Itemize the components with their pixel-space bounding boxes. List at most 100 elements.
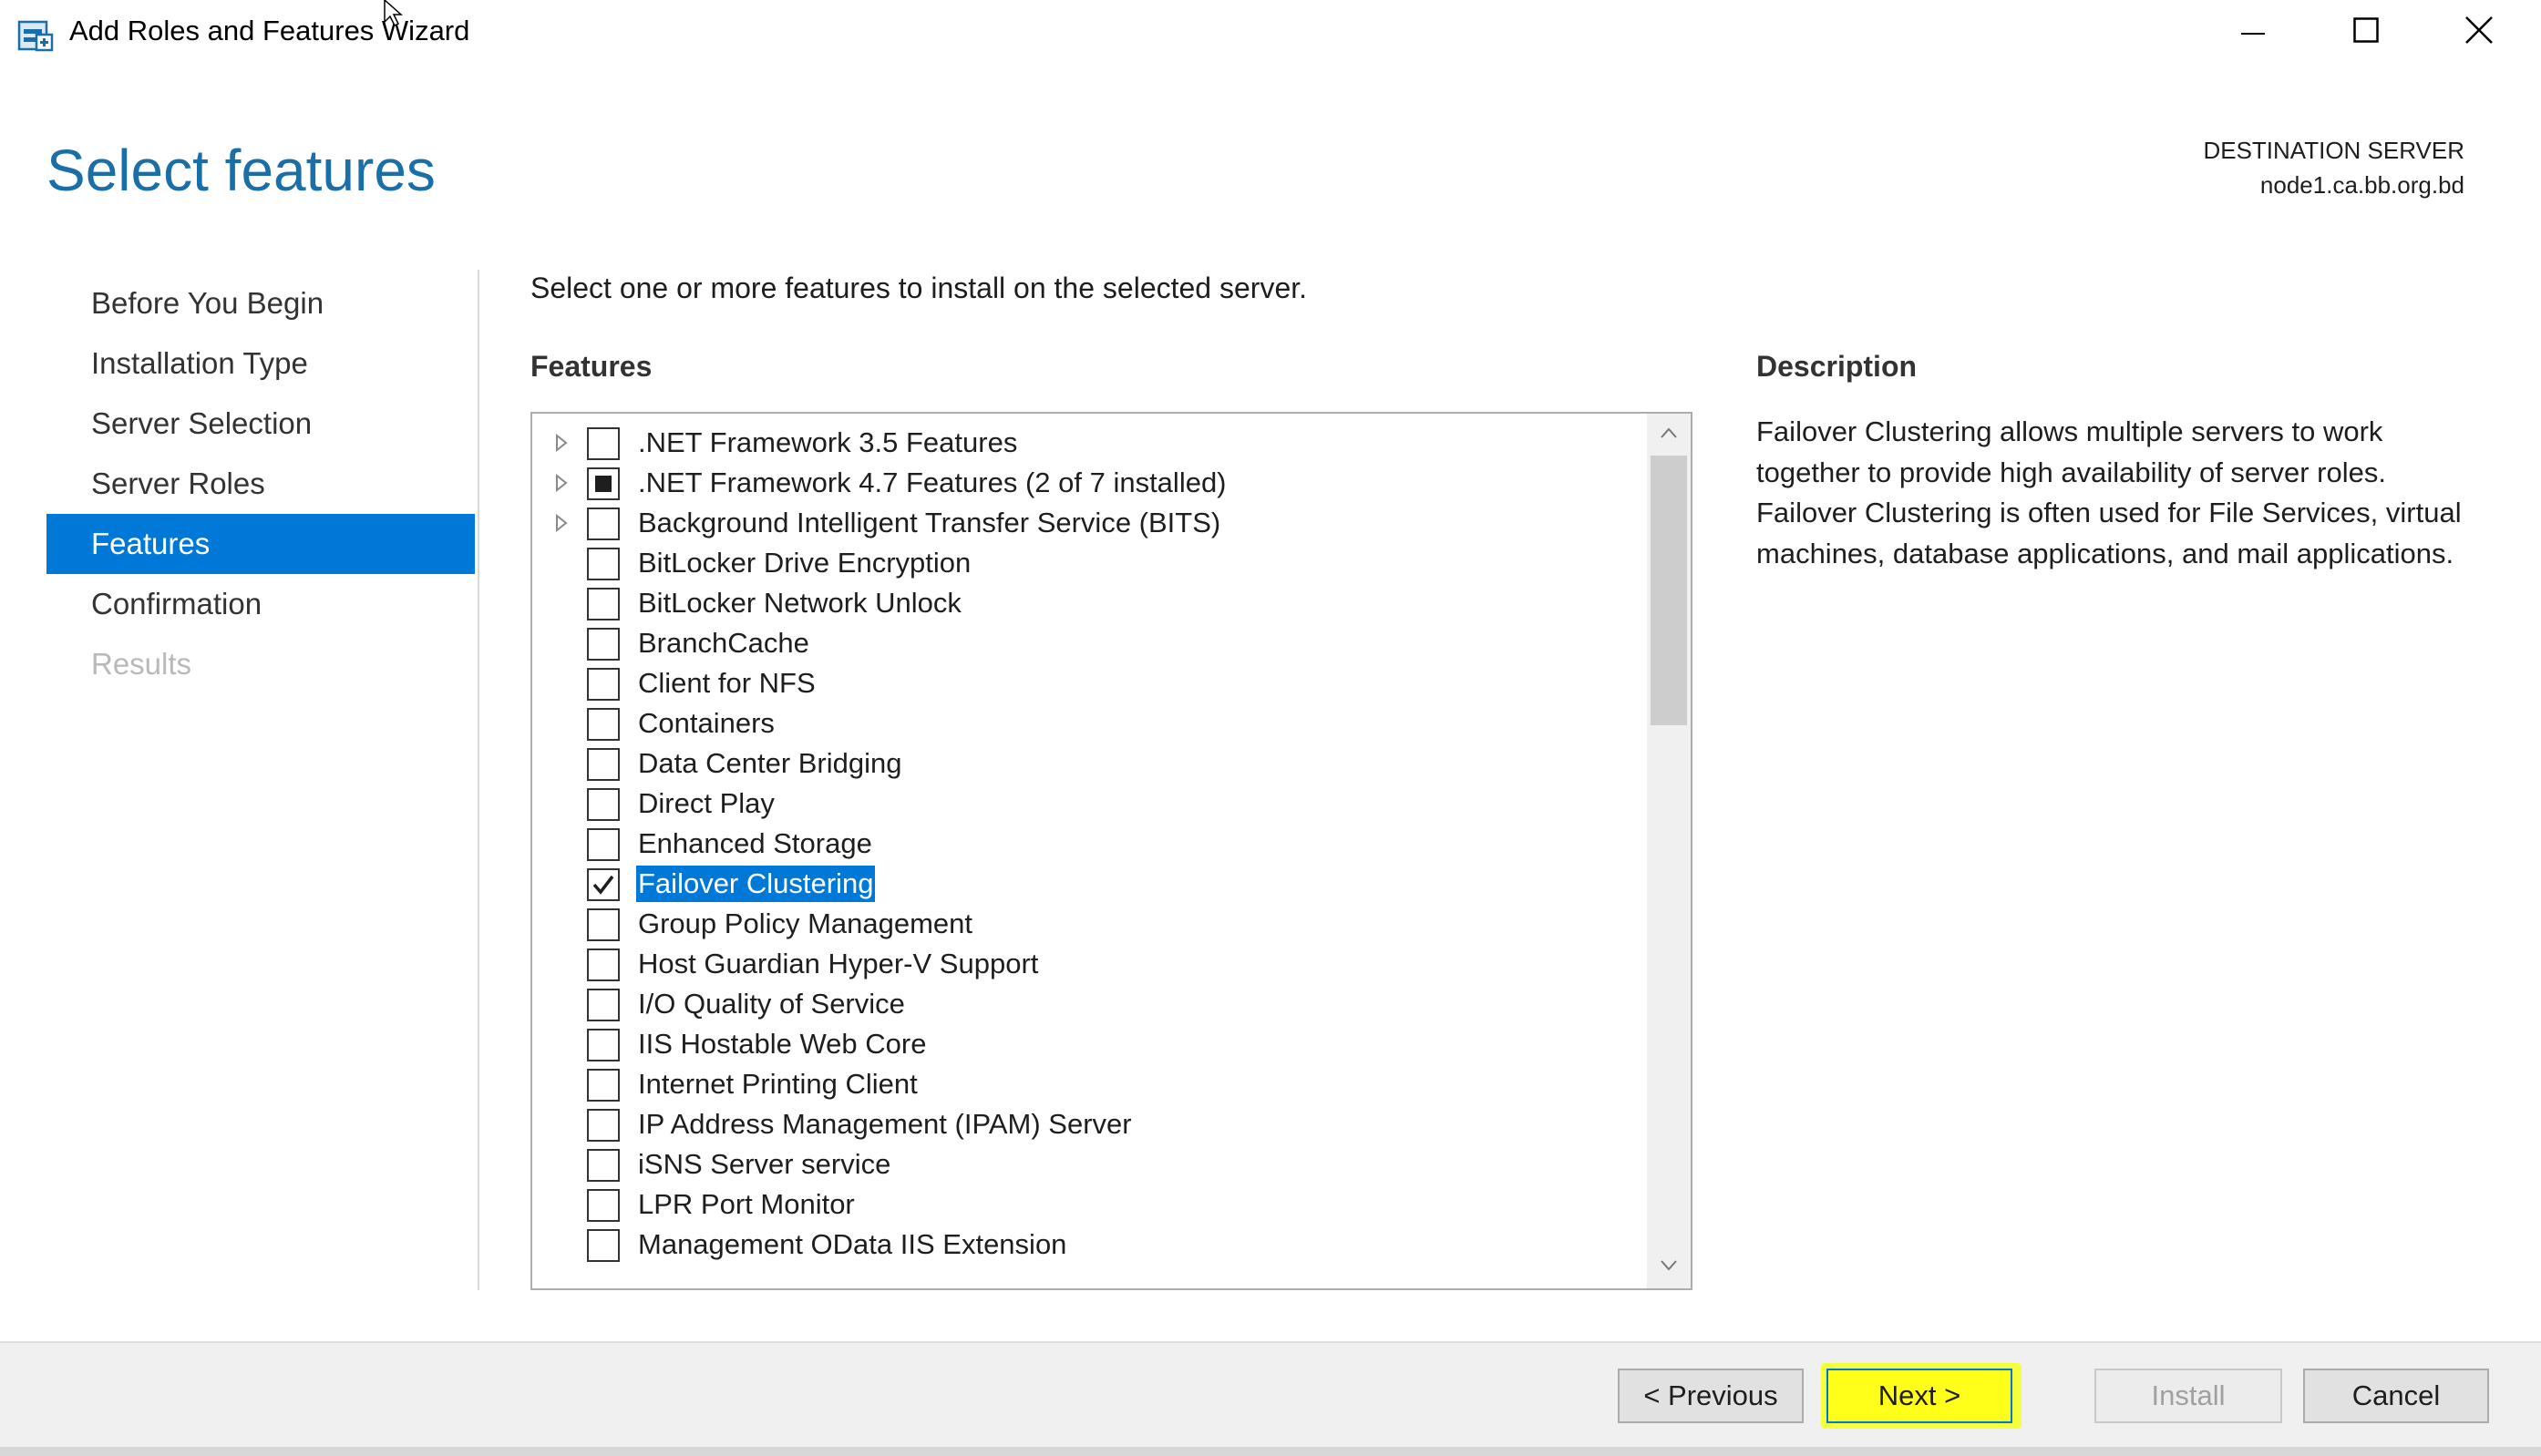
cancel-button[interactable]: Cancel <box>2303 1369 2489 1423</box>
feature-row[interactable]: Management OData IIS Extension <box>532 1225 1650 1265</box>
title-bar: Add Roles and Features Wizard <box>0 0 2541 69</box>
feature-row[interactable]: Host Guardian Hyper-V Support <box>532 944 1650 984</box>
feature-label[interactable]: IIS Hostable Web Core <box>636 1026 928 1062</box>
feature-row[interactable]: IP Address Management (IPAM) Server <box>532 1104 1650 1144</box>
feature-label[interactable]: BranchCache <box>636 625 811 661</box>
feature-row[interactable]: Client for NFS <box>532 663 1650 703</box>
feature-checkbox[interactable] <box>587 989 620 1021</box>
page-title: Select features <box>46 138 436 203</box>
feature-checkbox[interactable] <box>587 628 620 661</box>
feature-row[interactable]: Data Center Bridging <box>532 743 1650 784</box>
feature-label[interactable]: Internet Printing Client <box>636 1066 920 1102</box>
feature-label[interactable]: Host Guardian Hyper-V Support <box>636 946 1040 982</box>
feature-checkbox[interactable] <box>587 1029 620 1061</box>
description-text: Failover Clustering allows multiple serv… <box>1756 415 2462 569</box>
chevron-up-icon <box>1660 426 1678 444</box>
feature-checkbox[interactable] <box>587 1189 620 1222</box>
nav-item-features[interactable]: Features <box>46 514 475 574</box>
feature-label[interactable]: Enhanced Storage <box>636 825 874 862</box>
feature-row[interactable]: LPR Port Monitor <box>532 1184 1650 1225</box>
feature-checkbox[interactable] <box>587 427 620 460</box>
expand-arrow-icon[interactable] <box>554 433 569 453</box>
feature-row[interactable]: iSNS Server service <box>532 1144 1650 1184</box>
scroll-up-button[interactable] <box>1647 414 1691 456</box>
feature-row[interactable]: Containers <box>532 703 1650 743</box>
expand-arrow-icon[interactable] <box>554 473 569 493</box>
feature-checkbox[interactable] <box>587 1069 620 1102</box>
feature-label[interactable]: BitLocker Drive Encryption <box>636 545 972 581</box>
feature-row[interactable]: Group Policy Management <box>532 904 1650 944</box>
feature-checkbox[interactable] <box>587 668 620 701</box>
nav-item-server-selection[interactable]: Server Selection <box>46 394 475 454</box>
close-icon <box>2465 15 2493 48</box>
feature-label[interactable]: Client for NFS <box>636 665 818 702</box>
features-scrollbar[interactable] <box>1647 414 1691 1288</box>
feature-row[interactable]: BitLocker Drive Encryption <box>532 543 1650 583</box>
feature-label[interactable]: Management OData IIS Extension <box>636 1226 1068 1263</box>
feature-label[interactable]: LPR Port Monitor <box>636 1186 857 1223</box>
nav-item-server-roles[interactable]: Server Roles <box>46 454 475 514</box>
next-button[interactable]: Next > <box>1826 1369 2012 1423</box>
feature-checkbox[interactable] <box>587 1109 620 1142</box>
feature-row[interactable]: IIS Hostable Web Core <box>532 1024 1650 1064</box>
nav-item-installation-type[interactable]: Installation Type <box>46 333 475 394</box>
features-rows: .NET Framework 3.5 Features .NET Framewor… <box>532 423 1650 1265</box>
previous-button[interactable]: < Previous <box>1618 1369 1804 1423</box>
description-heading: Description <box>1756 350 1918 383</box>
nav-item-confirmation[interactable]: Confirmation <box>46 574 475 634</box>
feature-row[interactable]: Failover Clustering <box>532 864 1650 904</box>
feature-label[interactable]: iSNS Server service <box>636 1146 892 1183</box>
feature-row[interactable]: .NET Framework 4.7 Features (2 of 7 inst… <box>532 463 1650 503</box>
feature-row[interactable]: Background Intelligent Transfer Service … <box>532 503 1650 543</box>
feature-row[interactable]: Direct Play <box>532 784 1650 824</box>
maximize-button[interactable] <box>2311 0 2421 64</box>
background-window-strip <box>0 1447 2541 1456</box>
feature-checkbox[interactable] <box>587 548 620 580</box>
feature-row[interactable]: I/O Quality of Service <box>532 984 1650 1024</box>
feature-checkbox[interactable] <box>587 868 620 901</box>
server-manager-icon <box>16 16 55 53</box>
feature-label[interactable]: I/O Quality of Service <box>636 986 907 1022</box>
features-tree[interactable]: .NET Framework 3.5 Features .NET Framewor… <box>530 412 1692 1290</box>
feature-checkbox[interactable] <box>587 828 620 861</box>
expand-arrow-icon[interactable] <box>554 513 569 533</box>
feature-row[interactable]: .NET Framework 3.5 Features <box>532 423 1650 463</box>
minimize-button[interactable] <box>2198 0 2308 64</box>
feature-checkbox[interactable] <box>587 948 620 981</box>
minimize-icon <box>2240 17 2266 47</box>
feature-checkbox[interactable] <box>587 508 620 540</box>
feature-label[interactable]: .NET Framework 3.5 Features <box>636 425 1019 461</box>
feature-label[interactable]: Background Intelligent Transfer Service … <box>636 505 1222 541</box>
feature-row[interactable]: BitLocker Network Unlock <box>532 583 1650 623</box>
feature-label[interactable]: Group Policy Management <box>636 906 974 942</box>
scroll-down-button[interactable] <box>1647 1246 1691 1288</box>
feature-label[interactable]: Data Center Bridging <box>636 745 904 782</box>
scrollbar-thumb[interactable] <box>1651 456 1687 725</box>
feature-checkbox[interactable] <box>587 467 620 500</box>
nav-divider <box>478 270 479 1290</box>
feature-checkbox[interactable] <box>587 748 620 781</box>
checkmark-icon <box>592 875 614 895</box>
feature-checkbox[interactable] <box>587 708 620 741</box>
feature-row[interactable]: Internet Printing Client <box>532 1064 1650 1104</box>
feature-label[interactable]: Containers <box>636 705 777 742</box>
close-button[interactable] <box>2424 0 2534 64</box>
feature-row[interactable]: BranchCache <box>532 623 1650 663</box>
feature-label[interactable]: BitLocker Network Unlock <box>636 585 963 621</box>
install-button[interactable]: Install <box>2094 1369 2282 1423</box>
mouse-cursor-icon <box>383 0 414 27</box>
feature-checkbox[interactable] <box>587 588 620 620</box>
features-heading: Features <box>530 350 653 383</box>
feature-label[interactable]: .NET Framework 4.7 Features (2 of 7 inst… <box>636 465 1229 501</box>
feature-label[interactable]: IP Address Management (IPAM) Server <box>636 1106 1134 1143</box>
chevron-down-icon <box>1660 1259 1678 1277</box>
nav-item-results: Results <box>91 647 192 681</box>
feature-checkbox[interactable] <box>587 908 620 941</box>
nav-item-before-you-begin[interactable]: Before You Begin <box>46 273 475 333</box>
feature-label[interactable]: Direct Play <box>636 785 777 822</box>
feature-label[interactable]: Failover Clustering <box>636 866 876 902</box>
feature-checkbox[interactable] <box>587 788 620 821</box>
feature-checkbox[interactable] <box>587 1149 620 1182</box>
feature-row[interactable]: Enhanced Storage <box>532 824 1650 864</box>
feature-checkbox[interactable] <box>587 1229 620 1262</box>
